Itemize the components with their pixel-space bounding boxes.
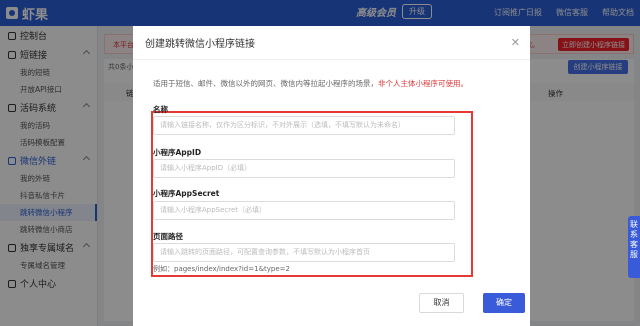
intro-warning: 非个人主体小程序可使用。 bbox=[378, 79, 468, 88]
page-path-label: 页面路径 bbox=[153, 232, 183, 241]
appid-input[interactable]: 请输入小程序AppID（必填） bbox=[153, 159, 455, 178]
intro-text: 适用于短信、邮件、微信以外的网页、微信内等拉起小程序的场景， bbox=[153, 79, 378, 88]
dialog-header: 创建跳转微信小程序链接 ✕ bbox=[133, 26, 530, 60]
float-char: 服 bbox=[630, 250, 638, 259]
appid-label: 小程序AppID bbox=[153, 148, 202, 157]
name-label: 名称 bbox=[153, 105, 168, 114]
contact-service-float-button[interactable]: 联 系 客 服 bbox=[628, 216, 640, 278]
appsecret-label: 小程序AppSecret bbox=[153, 189, 220, 198]
float-char: 客 bbox=[630, 240, 638, 249]
dialog-intro: 适用于短信、邮件、微信以外的网页、微信内等拉起小程序的场景，非个人主体小程序可使… bbox=[153, 78, 468, 89]
dialog-title: 创建跳转微信小程序链接 bbox=[145, 39, 255, 50]
float-char: 系 bbox=[630, 230, 638, 239]
float-char: 联 bbox=[630, 220, 638, 229]
appsecret-input[interactable]: 请输入小程序AppSecret（必填） bbox=[153, 201, 455, 220]
page-path-example: 例如：pages/index/index?id=1&type=2 bbox=[153, 265, 290, 273]
page-path-input[interactable]: 请输入跳转的页面路径，可配置查询参数，不填写默认为小程序首页 bbox=[153, 243, 455, 262]
name-input[interactable]: 请输入链接名称，仅作为区分标识，不对外展示（选填，不填写默认为未命名） bbox=[153, 116, 455, 135]
close-icon[interactable]: ✕ bbox=[511, 36, 520, 49]
create-link-dialog: 创建跳转微信小程序链接 ✕ 适用于短信、邮件、微信以外的网页、微信内等拉起小程序… bbox=[133, 26, 530, 326]
cancel-button[interactable]: 取消 bbox=[419, 293, 464, 313]
confirm-button[interactable]: 确定 bbox=[483, 293, 525, 313]
